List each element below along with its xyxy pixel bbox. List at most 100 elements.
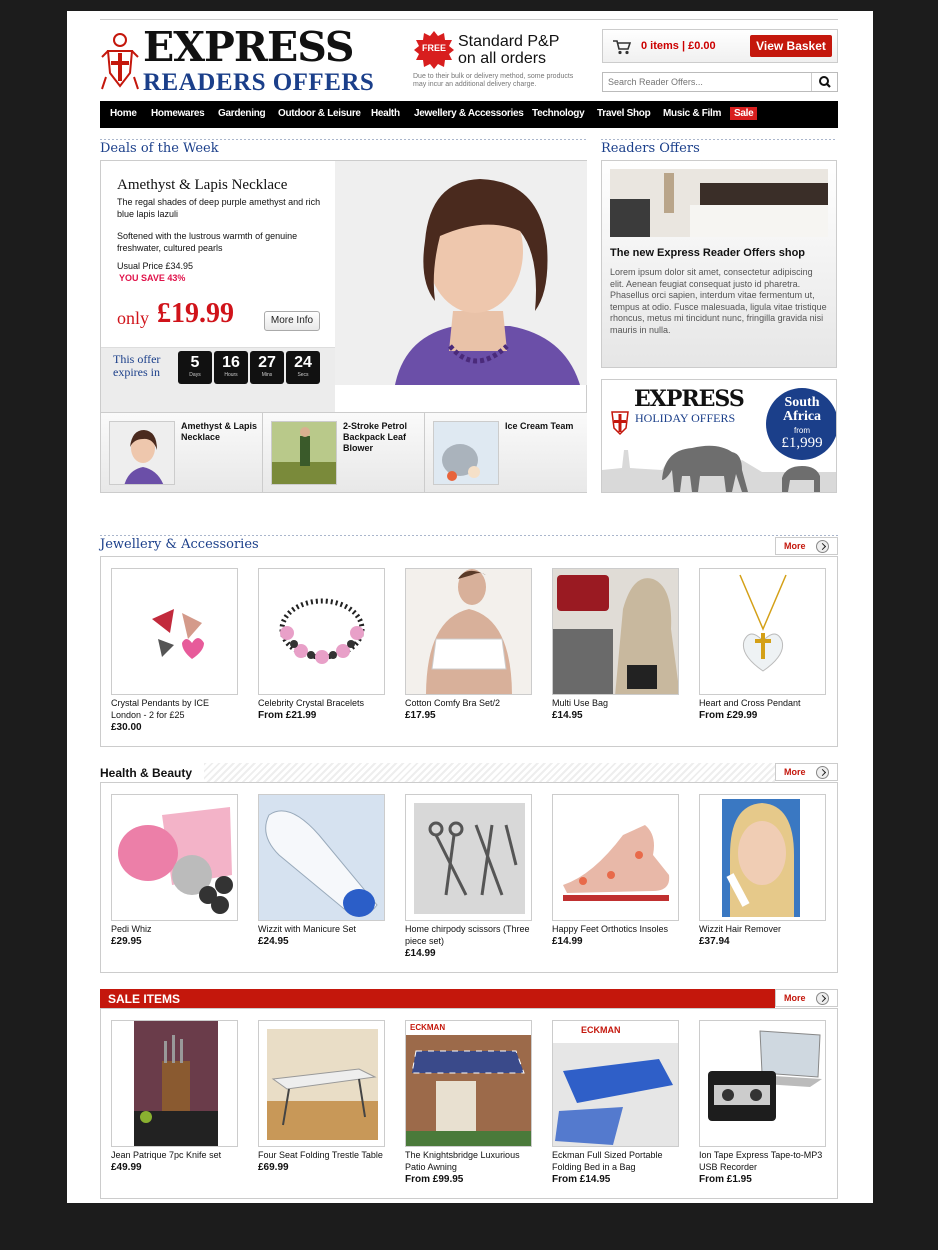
product-card[interactable]: Four Seat Folding Trestle Table £69.99 bbox=[258, 1020, 385, 1174]
product-name: Ion Tape Express Tape-to-MP3 USB Recorde… bbox=[699, 1150, 823, 1172]
holiday-destination: South Africa bbox=[782, 395, 822, 424]
nav-travel-shop[interactable]: Travel Shop bbox=[597, 108, 651, 119]
more-label: More bbox=[784, 541, 806, 551]
deal-thumb-leaf-blower[interactable]: 2-Stroke Petrol Backpack Leaf Blower bbox=[263, 413, 425, 493]
product-card[interactable]: Cotton Comfy Bra Set/2 £17.95 bbox=[405, 568, 532, 722]
page: EXPRESS READERS OFFERS FREE Standard P&P… bbox=[67, 11, 873, 1203]
product-card[interactable]: ECKMAN The Knightsbridge Luxurious Patio… bbox=[405, 1020, 532, 1186]
view-basket-button[interactable]: View Basket bbox=[750, 35, 832, 57]
nav-health[interactable]: Health bbox=[371, 108, 400, 119]
thumb-label: Amethyst & Lapis Necklace bbox=[181, 421, 258, 442]
product-card[interactable]: Happy Feet Orthotics Insoles £14.99 bbox=[552, 794, 679, 948]
jewellery-more-button[interactable]: More bbox=[775, 537, 838, 555]
basket-summary[interactable]: 0 items | £0.00 bbox=[641, 40, 716, 52]
search-button[interactable] bbox=[811, 73, 837, 91]
deal-thumb-necklace[interactable]: Amethyst & Lapis Necklace bbox=[101, 413, 263, 493]
basket-box: 0 items | £0.00 View Basket bbox=[602, 29, 838, 63]
shipping-line2: on all orders bbox=[458, 50, 547, 67]
deal-of-week: Amethyst & Lapis Necklace The regal shad… bbox=[100, 160, 587, 493]
product-name: Four Seat Folding Trestle Table bbox=[258, 1150, 383, 1160]
jewellery-products: Crystal Pendants by ICE London - 2 for £… bbox=[100, 556, 838, 747]
thumb-image bbox=[271, 421, 337, 485]
sale-products: Jean Patrique 7pc Knife set £49.99 Four … bbox=[100, 1008, 838, 1199]
product-image: ECKMAN bbox=[405, 1020, 532, 1147]
thumb-label: Ice Cream Team bbox=[505, 421, 574, 431]
site-logo[interactable]: EXPRESS READERS OFFERS bbox=[100, 25, 374, 96]
nav-sale[interactable]: Sale bbox=[730, 107, 758, 120]
product-card[interactable]: Jean Patrique 7pc Knife set £49.99 bbox=[111, 1020, 238, 1174]
deal-saving: YOU SAVE 43% bbox=[119, 273, 186, 283]
product-card[interactable]: Wizzit with Manicure Set £24.95 bbox=[258, 794, 385, 948]
product-card[interactable]: Home chirpody scissors (Three piece set)… bbox=[405, 794, 532, 960]
holiday-offers-banner[interactable]: EXPRESS HOLIDAY OFFERS South Africa from… bbox=[601, 379, 837, 493]
readers-offers-panel[interactable]: The new Express Reader Offers shop Lorem… bbox=[601, 160, 837, 368]
product-name: Happy Feet Orthotics Insoles bbox=[552, 924, 669, 934]
product-card[interactable]: Multi Use Bag £14.95 bbox=[552, 568, 679, 722]
brand-subtitle: READERS OFFERS bbox=[143, 69, 375, 96]
bedroom-image bbox=[610, 169, 828, 237]
product-card[interactable]: Crystal Pendants by ICE London - 2 for £… bbox=[111, 568, 238, 734]
search-input[interactable] bbox=[603, 73, 809, 91]
product-card[interactable]: ECKMAN Eckman Full Sized Portable Foldin… bbox=[552, 1020, 679, 1186]
product-price: From £14.95 bbox=[552, 1174, 611, 1185]
readers-section-title: Readers Offers bbox=[601, 141, 700, 156]
nav-technology[interactable]: Technology bbox=[532, 108, 585, 119]
holiday-price: £1,999 bbox=[781, 435, 823, 451]
product-name: Crystal Pendants by ICE London - 2 for £… bbox=[111, 698, 210, 720]
countdown-days: 5 Days bbox=[178, 351, 212, 384]
deal-text: Amethyst & Lapis Necklace The regal shad… bbox=[101, 161, 335, 412]
product-price: £37.94 bbox=[699, 936, 730, 947]
free-badge-label: FREE bbox=[421, 43, 446, 53]
shipping-headline: Standard P&P on all orders bbox=[458, 33, 559, 67]
product-price: From £99.95 bbox=[405, 1174, 464, 1185]
health-products: Pedi Whiz £29.95 Wizzit with Manicure Se… bbox=[100, 782, 838, 973]
product-image bbox=[258, 1020, 385, 1147]
product-card[interactable]: Wizzit Hair Remover £37.94 bbox=[699, 794, 826, 948]
deal-usual-price: Usual Price £34.95 bbox=[117, 261, 194, 271]
nav-music-film[interactable]: Music & Film bbox=[663, 108, 721, 119]
product-price: £17.95 bbox=[405, 710, 436, 721]
more-info-button[interactable]: More Info bbox=[264, 311, 320, 331]
nav-jewellery-accessories[interactable]: Jewellery & Accessories bbox=[414, 108, 524, 119]
countdown-hours: 16 Hours bbox=[214, 351, 248, 384]
shipping-line1: Standard P&P bbox=[458, 33, 560, 50]
product-name: Pedi Whiz bbox=[111, 924, 152, 934]
product-image bbox=[405, 568, 532, 695]
product-price: £49.99 bbox=[111, 1162, 142, 1173]
holiday-from: from bbox=[794, 426, 810, 435]
deal-price: £19.99 bbox=[157, 298, 234, 329]
product-image bbox=[405, 794, 532, 921]
product-card[interactable]: Celebrity Crystal Bracelets From £21.99 bbox=[258, 568, 385, 722]
jewellery-section-title: Jewellery & Accessories bbox=[100, 537, 259, 552]
deal-description: The regal shades of deep purple amethyst… bbox=[117, 197, 321, 219]
nav-home[interactable]: Home bbox=[110, 108, 137, 119]
product-name: Multi Use Bag bbox=[552, 698, 609, 708]
product-name: Eckman Full Sized Portable Folding Bed i… bbox=[552, 1150, 663, 1172]
product-image bbox=[111, 794, 238, 921]
product-card[interactable]: Pedi Whiz £29.95 bbox=[111, 794, 238, 948]
health-more-button[interactable]: More bbox=[775, 763, 838, 781]
product-name: Heart and Cross Pendant bbox=[699, 698, 801, 708]
product-name: Cotton Comfy Bra Set/2 bbox=[405, 698, 501, 708]
nav-gardening[interactable]: Gardening bbox=[218, 108, 266, 119]
product-card[interactable]: Ion Tape Express Tape-to-MP3 USB Recorde… bbox=[699, 1020, 826, 1186]
product-image: ECKMAN bbox=[552, 1020, 679, 1147]
countdown-label: This offer expires in bbox=[113, 352, 161, 379]
thumb-image bbox=[433, 421, 499, 485]
nav-homewares[interactable]: Homewares bbox=[151, 108, 205, 119]
deal-description-2: Softened with the lustrous warmth of gen… bbox=[117, 231, 298, 253]
readers-heading: The new Express Reader Offers shop bbox=[610, 247, 806, 259]
deal-thumb-ice-cream[interactable]: Ice Cream Team bbox=[425, 413, 587, 493]
product-price: £29.95 bbox=[111, 936, 142, 947]
product-card[interactable]: Heart and Cross Pendant From £29.99 bbox=[699, 568, 826, 722]
product-image bbox=[699, 1020, 826, 1147]
cart-icon[interactable] bbox=[613, 39, 631, 55]
more-label: More bbox=[784, 767, 806, 777]
search-icon bbox=[819, 76, 831, 88]
thumb-label: 2-Stroke Petrol Backpack Leaf Blower bbox=[343, 421, 408, 453]
divider bbox=[100, 535, 838, 536]
nav-outdoor-leisure[interactable]: Outdoor & Leisure bbox=[278, 108, 361, 119]
sale-more-button[interactable]: More bbox=[775, 989, 838, 1007]
deal-photo[interactable] bbox=[335, 161, 587, 385]
product-image bbox=[258, 568, 385, 695]
